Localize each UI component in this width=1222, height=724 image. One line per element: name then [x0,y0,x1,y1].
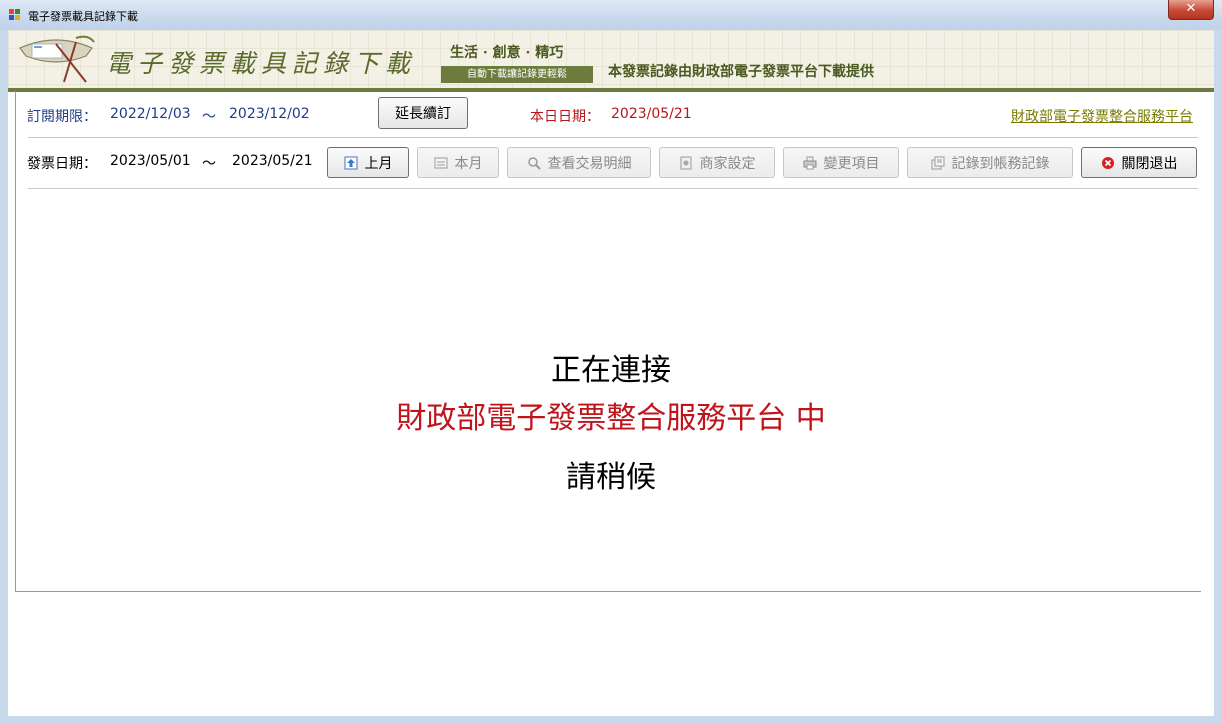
close-circle-icon [1101,156,1114,169]
banner-provider-note: 本發票記錄由財政部電子發票平台下載提供 [608,64,874,80]
prev-month-label: 上月 [364,155,393,172]
printer-icon [803,156,816,169]
invoice-date-tilde: ～ [202,156,216,172]
extend-subscription-label: 延長續訂 [395,106,451,122]
banner-tagline: 自動下載讓記錄更輕鬆 [441,66,593,83]
subscription-tilde: ～ [202,109,216,125]
invoice-date-end: 2023/05/21 [232,153,313,169]
merchant-settings-label: 商家設定 [699,155,756,172]
status-connecting: 正在連接 [551,353,671,388]
divider [28,188,1198,189]
bowl-chopsticks-logo [19,35,95,83]
this-month-button[interactable]: 本月 [417,147,499,178]
banner-slogan: 生活 · 創意 · 精巧 [450,45,564,61]
subscription-label: 訂閱期限： [27,109,97,125]
banner-title: 電子發票載具記錄下載 [106,49,417,78]
extend-subscription-button[interactable]: 延長續訂 [378,97,468,129]
ledger-icon [931,156,944,169]
subscription-start: 2022/12/03 [110,106,191,122]
calendar-icon [434,157,447,168]
record-to-ledger-button[interactable]: 記錄到帳務記錄 [907,147,1073,178]
document-settings-icon [680,156,691,169]
view-details-label: 查看交易明細 [547,155,632,172]
title-bar: 電子發票載具記錄下載 ✕ [0,0,1222,31]
close-exit-button[interactable]: 關閉退出 [1081,147,1197,178]
status-please-wait: 請稍候 [566,460,656,495]
this-month-label: 本月 [454,155,483,172]
app-banner: 電子發票載具記錄下載 生活 · 創意 · 精巧 自動下載讓記錄更輕鬆 本發票記錄… [8,30,1214,92]
today-label: 本日日期： [530,109,600,125]
change-items-button[interactable]: 變更項目 [783,147,899,178]
platform-link[interactable]: 財政部電子發票整合服務平台 [1011,106,1193,126]
prev-month-button[interactable]: 上月 [327,147,409,178]
window-title: 電子發票載具記錄下載 [28,10,138,23]
window-frame-bottom [0,716,1222,724]
status-platform: 財政部電子發票整合服務平台 中 [396,401,826,436]
subscription-end: 2023/12/02 [229,106,310,122]
close-exit-label: 關閉退出 [1121,155,1178,172]
record-to-ledger-label: 記錄到帳務記錄 [951,155,1050,172]
divider [28,137,1198,138]
invoice-date-start: 2023/05/01 [110,153,191,169]
today-date: 2023/05/21 [611,106,692,122]
merchant-settings-button[interactable]: 商家設定 [659,147,775,178]
upload-icon [344,156,357,169]
magnifier-icon [527,156,541,170]
window-close-button[interactable]: ✕ [1168,0,1214,20]
change-items-label: 變更項目 [823,155,880,172]
app-icon [9,9,21,21]
view-details-button[interactable]: 查看交易明細 [507,147,651,178]
invoice-date-label: 發票日期： [27,156,97,172]
